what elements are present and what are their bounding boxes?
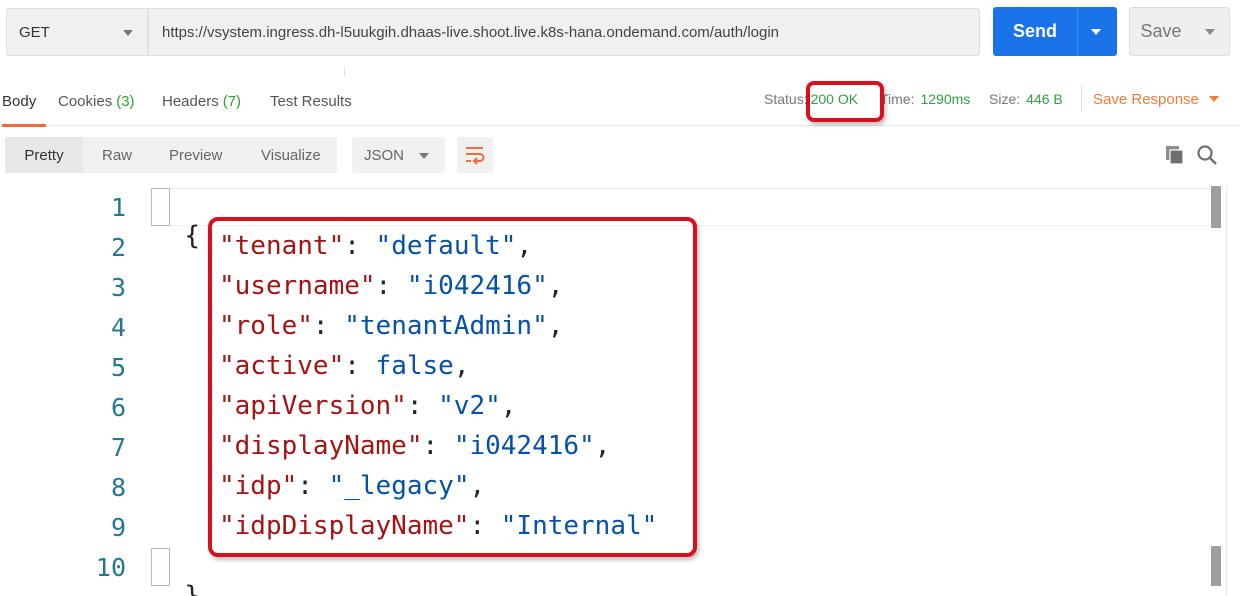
line-number: 9 bbox=[110, 513, 126, 542]
view-mode-group: Pretty Raw Preview Visualize bbox=[5, 137, 337, 173]
tab-label: Test Results bbox=[270, 92, 352, 110]
save-label: Save bbox=[1140, 21, 1182, 41]
line-number: 3 bbox=[110, 273, 126, 302]
tab-count: (7) bbox=[222, 92, 242, 110]
line-number: 5 bbox=[110, 353, 126, 382]
tab-label: Cookies bbox=[58, 92, 113, 110]
code-line: { bbox=[153, 191, 200, 251]
status-highlight-box bbox=[806, 81, 884, 122]
code-line: } bbox=[153, 551, 200, 596]
divider bbox=[1081, 86, 1082, 112]
line-number: 10 bbox=[95, 553, 126, 582]
open-brace: { bbox=[184, 221, 200, 251]
mode-preview-button[interactable]: Preview bbox=[169, 137, 222, 173]
wrap-lines-button[interactable] bbox=[457, 137, 493, 173]
mode-raw-button[interactable]: Raw bbox=[102, 137, 132, 173]
language-select[interactable]: JSON bbox=[352, 137, 445, 173]
chevron-down-icon bbox=[1208, 96, 1219, 102]
send-button[interactable]: Send bbox=[993, 7, 1117, 56]
send-divider bbox=[1077, 7, 1078, 56]
mode-label: Raw bbox=[102, 146, 133, 164]
size-value[interactable]: 446 B bbox=[1026, 91, 1063, 107]
chevron-down-icon bbox=[419, 153, 429, 159]
time-value[interactable]: 1290ms bbox=[920, 91, 970, 107]
tab-headers[interactable]: Headers (7) bbox=[162, 76, 241, 126]
json-body-highlight-box bbox=[208, 217, 697, 557]
close-brace: } bbox=[184, 581, 200, 596]
mode-label: Preview bbox=[169, 146, 223, 164]
search-icon[interactable] bbox=[1196, 144, 1218, 166]
editor-edge bbox=[1226, 186, 1227, 596]
line-number: 7 bbox=[110, 433, 126, 462]
time-meta: Time: 1290ms bbox=[880, 76, 970, 122]
save-options-chevron-icon[interactable] bbox=[1205, 29, 1215, 35]
tab-label: Headers bbox=[162, 92, 219, 110]
tab-count: (3) bbox=[116, 92, 135, 110]
line-number: 2 bbox=[110, 233, 126, 262]
scrollbar-marker[interactable] bbox=[1211, 186, 1221, 228]
tab-body[interactable]: Body bbox=[2, 76, 47, 127]
tab-label: Body bbox=[2, 92, 37, 110]
time-label: Time: bbox=[880, 91, 915, 107]
request-bar: GET https://vsystem.ingress.dh-l5uukgih.… bbox=[0, 0, 1240, 68]
url-input[interactable]: https://vsystem.ingress.dh-l5uukgih.dhaa… bbox=[148, 8, 980, 56]
save-response-label: Save Response bbox=[1093, 90, 1199, 108]
format-toolbar: Pretty Raw Preview Visualize JSON bbox=[0, 126, 1240, 186]
send-label: Send bbox=[1012, 21, 1057, 41]
copy-icon[interactable] bbox=[1165, 145, 1185, 165]
tab-cookies[interactable]: Cookies (3) bbox=[58, 76, 135, 126]
mode-label: Pretty bbox=[24, 146, 64, 164]
chevron-down-icon bbox=[123, 30, 133, 36]
line-number: 6 bbox=[110, 393, 126, 422]
size-label: Size: bbox=[989, 91, 1021, 107]
line-number: 8 bbox=[110, 473, 126, 502]
save-button[interactable]: Save bbox=[1129, 7, 1230, 56]
tab-test-results[interactable]: Test Results bbox=[270, 76, 352, 126]
method-select[interactable]: GET bbox=[6, 8, 148, 56]
language-label: JSON bbox=[364, 146, 405, 164]
mode-label: Visualize bbox=[261, 146, 321, 164]
size-meta: Size: 446 B bbox=[989, 76, 1063, 122]
send-options-chevron-icon[interactable] bbox=[1091, 29, 1101, 35]
status-label: Status: bbox=[764, 91, 808, 107]
method-label: GET bbox=[19, 23, 50, 41]
wrap-lines-icon bbox=[466, 147, 485, 165]
line-number: 1 bbox=[110, 193, 126, 222]
scrollbar-marker[interactable] bbox=[1211, 546, 1221, 586]
url-text: https://vsystem.ingress.dh-l5uukgih.dhaa… bbox=[162, 23, 780, 41]
line-number: 4 bbox=[110, 313, 126, 342]
save-response-button[interactable]: Save Response bbox=[1093, 76, 1219, 122]
mode-visualize-button[interactable]: Visualize bbox=[261, 137, 321, 173]
mode-pretty-button[interactable]: Pretty bbox=[5, 137, 83, 173]
divider bbox=[344, 66, 345, 76]
response-tabs-row: Body Cookies (3) Headers (7) Test Result… bbox=[0, 76, 1240, 127]
